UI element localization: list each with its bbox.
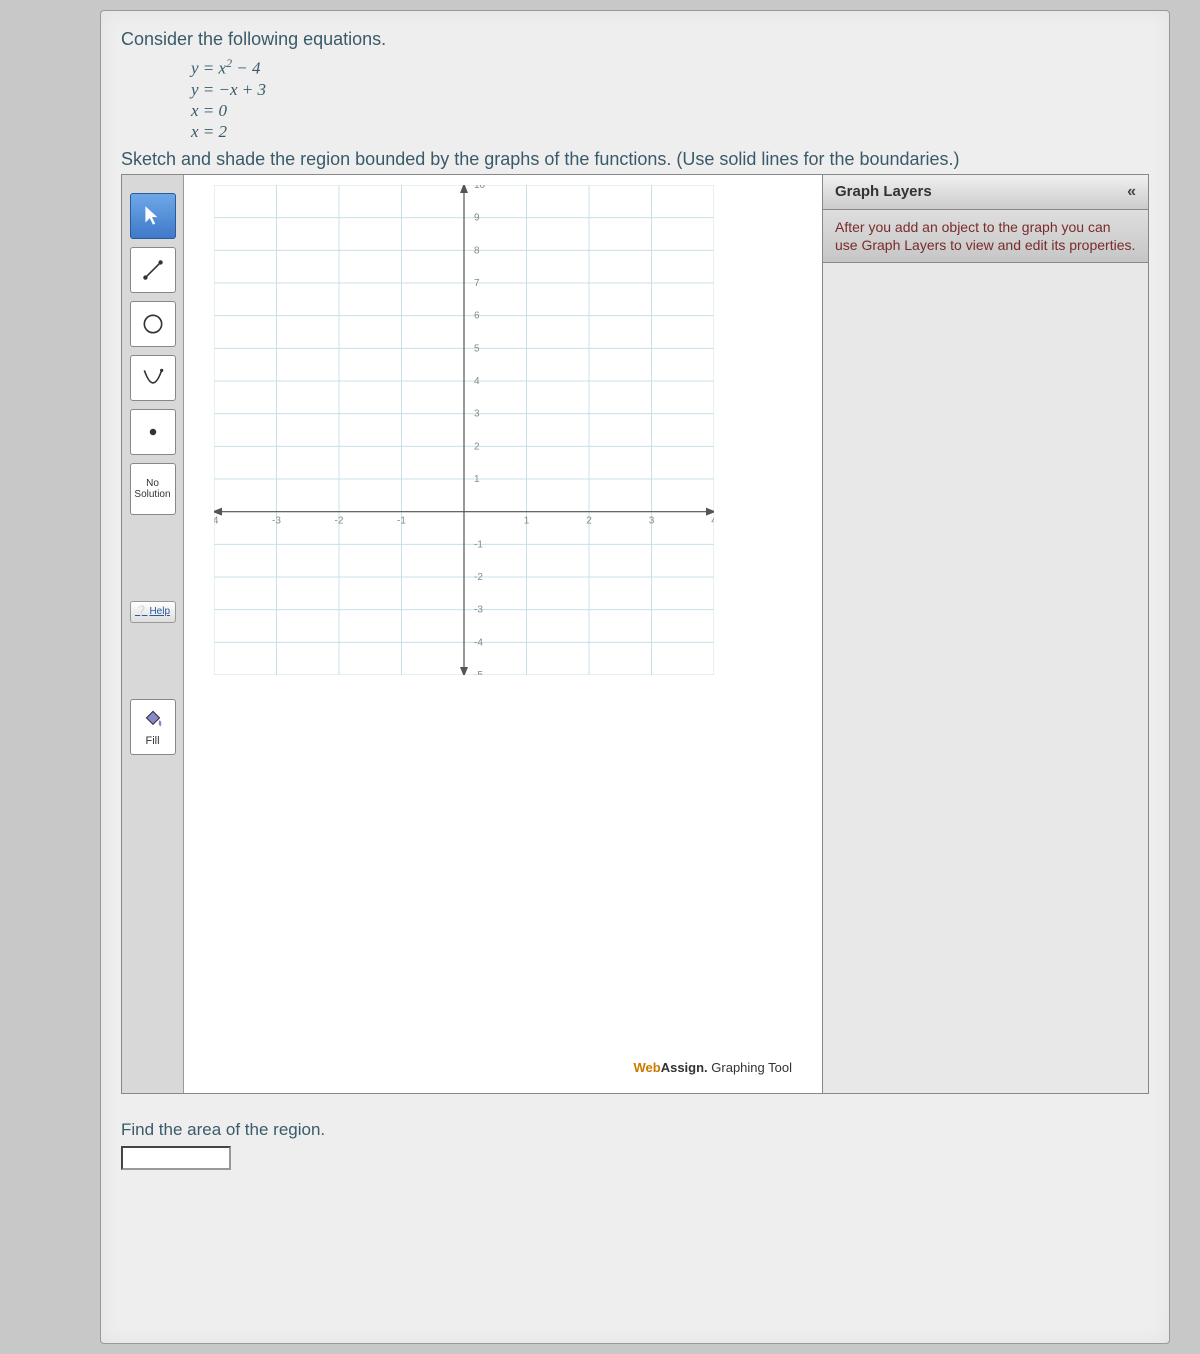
svg-text:9: 9 xyxy=(474,212,480,223)
svg-text:2: 2 xyxy=(474,441,480,452)
svg-text:-1: -1 xyxy=(397,515,406,526)
svg-text:5: 5 xyxy=(474,343,480,354)
svg-text:-2: -2 xyxy=(335,515,344,526)
area-answer-input[interactable] xyxy=(121,1146,231,1170)
layers-panel-hint: After you add an object to the graph you… xyxy=(823,210,1148,263)
graphing-tool: No Solution ❔ Help Fill xyxy=(121,174,1149,1094)
svg-text:7: 7 xyxy=(474,278,480,289)
help-button[interactable]: ❔ Help xyxy=(130,601,176,623)
layers-panel-header: Graph Layers « xyxy=(823,175,1148,210)
equations-block: y = x2 − 4 y = −x + 3 x = 0 x = 2 xyxy=(191,56,1149,143)
no-solution-button[interactable]: No Solution xyxy=(130,463,176,515)
fill-tool-button[interactable]: Fill xyxy=(130,699,176,755)
graph-layers-panel: Graph Layers « After you add an object t… xyxy=(822,175,1148,1093)
svg-text:8: 8 xyxy=(474,245,480,256)
svg-text:-2: -2 xyxy=(474,572,483,583)
equation-3: x = 0 xyxy=(191,100,1149,121)
svg-text:-3: -3 xyxy=(272,515,281,526)
svg-text:-4: -4 xyxy=(214,515,219,526)
svg-text:-5: -5 xyxy=(474,670,483,675)
fill-icon xyxy=(140,707,166,733)
circle-icon xyxy=(140,311,166,337)
instruction-text: Sketch and shade the region bounded by t… xyxy=(121,149,1149,170)
point-tool-button[interactable] xyxy=(130,409,176,455)
parabola-tool-button[interactable] xyxy=(130,355,176,401)
equation-1: y = x2 − 4 xyxy=(191,56,1149,79)
question-container: Consider the following equations. y = x2… xyxy=(100,10,1170,1344)
line-tool-button[interactable] xyxy=(130,247,176,293)
point-icon xyxy=(140,419,166,445)
graph-canvas[interactable]: -4 -3 -2 -1 1 2 3 4 -5 -4 -3 -2 -1 1 2 3 4 5 6 7 8 9 10 WebAss… xyxy=(184,175,822,1093)
svg-text:-3: -3 xyxy=(474,604,483,615)
svg-text:6: 6 xyxy=(474,310,480,321)
svg-text:-4: -4 xyxy=(474,637,483,648)
svg-text:1: 1 xyxy=(524,515,530,526)
collapse-panel-icon[interactable]: « xyxy=(1127,183,1136,201)
svg-text:3: 3 xyxy=(649,515,655,526)
svg-text:1: 1 xyxy=(474,474,480,485)
coordinate-grid: -4 -3 -2 -1 1 2 3 4 -5 -4 -3 -2 -1 1 2 3 4 5 6 7 8 9 10 xyxy=(214,185,714,675)
circle-tool-button[interactable] xyxy=(130,301,176,347)
area-question-label: Find the area of the region. xyxy=(121,1120,1149,1140)
svg-text:3: 3 xyxy=(474,408,480,419)
toolbar: No Solution ❔ Help Fill xyxy=(122,175,184,1093)
svg-text:2: 2 xyxy=(586,515,592,526)
help-icon: ❔ xyxy=(135,606,147,617)
line-icon xyxy=(140,257,166,283)
svg-text:-1: -1 xyxy=(474,539,483,550)
equation-4: x = 2 xyxy=(191,121,1149,142)
equation-2: y = −x + 3 xyxy=(191,79,1149,100)
pointer-icon xyxy=(140,203,166,229)
svg-text:4: 4 xyxy=(711,515,714,526)
branding-label: WebAssign. Graphing Tool xyxy=(633,1060,792,1075)
pointer-tool-button[interactable] xyxy=(130,193,176,239)
area-question: Find the area of the region. xyxy=(121,1120,1149,1170)
svg-text:4: 4 xyxy=(474,376,480,387)
problem-intro: Consider the following equations. xyxy=(121,29,1149,50)
parabola-icon xyxy=(140,365,166,391)
svg-text:10: 10 xyxy=(474,185,486,191)
